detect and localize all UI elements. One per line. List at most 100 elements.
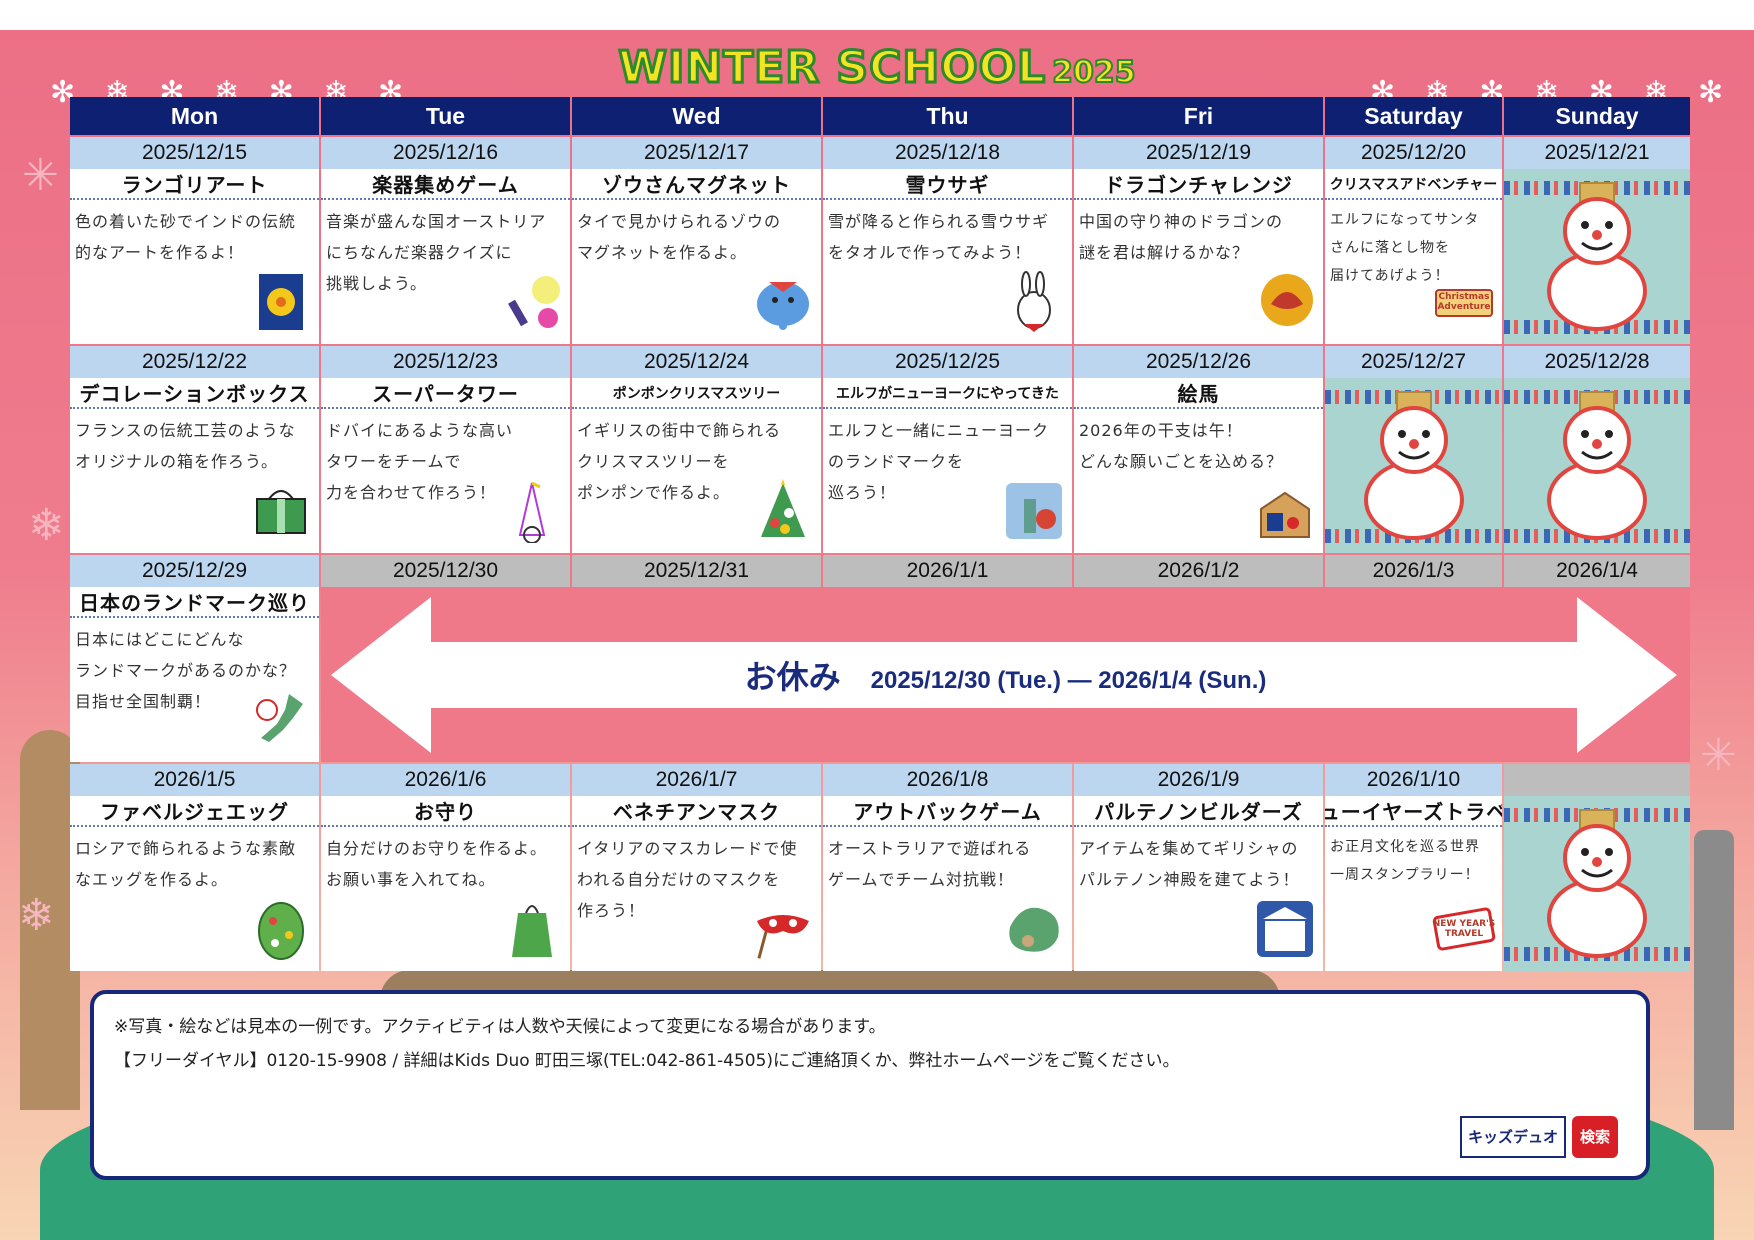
- calendar-day[interactable]: 2025/12/18 雪ウサギ 雪が降ると作られる雪ウサギ をタオルで作ってみよう！: [823, 137, 1072, 344]
- snowman-icon: [1542, 390, 1652, 544]
- description-line: にちなんだ楽器クイズに: [326, 243, 513, 262]
- description-line: お願い事を入れてね。: [326, 870, 496, 889]
- calendar-day-snowman: 2025/12/21: [1504, 137, 1690, 344]
- description-line: オリジナルの箱を作ろう。: [75, 452, 279, 471]
- calendar-day[interactable]: 2026/1/9 パルテノンビルダーズ アイテムを集めてギリシャの パルテノン神殿を建…: [1074, 764, 1323, 971]
- description-line: 中国の守り神のドラゴンの: [1079, 212, 1284, 231]
- activity-title: パルテノンビルダーズ: [1074, 796, 1323, 827]
- description-line: 自分だけのお守りを作るよ。: [326, 839, 548, 858]
- activity-description: ロシアで飾られるような素敵 なエッグを作るよ。: [70, 827, 319, 901]
- holiday-label: お休み 2025/12/30 (Tue.) ― 2026/1/4 (Sun.): [321, 652, 1690, 698]
- calendar-day[interactable]: 2026/1/5 ファベルジェエッグ ロシアで飾られるような素敵 なエッグを作るよ。: [70, 764, 319, 971]
- activity-title: 日本のランドマーク巡り: [70, 587, 319, 618]
- day-date: 2025/12/26: [1074, 346, 1323, 378]
- weekday-header-wed: Wed: [572, 97, 821, 135]
- activity-title: ゾウさんマグネット: [572, 169, 821, 200]
- search-button[interactable]: 検索: [1571, 1116, 1618, 1158]
- tower-decoration: [1694, 830, 1734, 1130]
- ema-icon: [1253, 479, 1317, 547]
- calendar-day[interactable]: 2025/12/24 ポンポンクリスマスツリー イギリスの街中で飾られる クリスマスツ…: [572, 346, 821, 553]
- australia-icon: [1002, 897, 1066, 965]
- calendar-day[interactable]: 2025/12/22 デコレーションボックス フランスの伝統工芸のような オリジナルの…: [70, 346, 319, 553]
- description-line: ゲームでチーム対抗戦！: [828, 870, 1015, 889]
- description-line: さんに落とし物を: [1330, 240, 1450, 256]
- tower-icon: [500, 479, 564, 547]
- activity-description: フランスの伝統工芸のような オリジナルの箱を作ろう。: [70, 409, 319, 483]
- description-line: のランドマークを: [828, 452, 965, 471]
- holiday-date: 2025/12/30: [321, 555, 570, 587]
- venetian-mask-icon: [751, 897, 815, 965]
- day-date: [1504, 764, 1690, 796]
- description-line: 音楽が盛んな国オーストリア: [326, 212, 547, 231]
- description-line: 色の着いた砂でインドの伝統: [75, 212, 297, 231]
- calendar-day[interactable]: 2026/1/7 ベネチアンマスク イタリアのマスカレードで使 われる自分だけのマスク…: [572, 764, 821, 971]
- badge-text: Christmas Adventure: [1437, 292, 1491, 312]
- activity-title: お守り: [321, 796, 570, 827]
- day-date: 2026/1/6: [321, 764, 570, 796]
- calendar-day[interactable]: 2026/1/6 お守り 自分だけのお守りを作るよ。 お願い事を入れてね。: [321, 764, 570, 971]
- holiday-date: 2025/12/31: [572, 555, 821, 587]
- activity-title: エルフがニューヨークにやってきた: [823, 378, 1072, 409]
- badge-text: NEW YEAR'S TRAVEL: [1432, 919, 1496, 939]
- holiday-date: 2026/1/3: [1325, 555, 1502, 587]
- calendar-day[interactable]: 2025/12/19 ドラゴンチャレンジ 中国の守り神のドラゴンの 謎を君は解けるかな…: [1074, 137, 1323, 344]
- instruments-icon: [500, 270, 564, 338]
- calendar-day[interactable]: 2025/12/26 絵馬 2026年の干支は午！ どんな願いごとを込める？: [1074, 346, 1323, 553]
- activity-title: ベネチアンマスク: [572, 796, 821, 827]
- day-date: 2026/1/10: [1325, 764, 1502, 796]
- day-date: 2026/1/7: [572, 764, 821, 796]
- note-disclaimer: ※写真・絵などは見本の一例です。アクティビティは人数や天候によって変更になる場合…: [114, 1017, 886, 1037]
- calendar-day[interactable]: 2025/12/23 スーパータワー ドバイにあるような高い タワーをチームで 力を合わ…: [321, 346, 570, 553]
- statue-of-liberty-icon: [1002, 479, 1066, 547]
- calendar-day[interactable]: 2025/12/16 楽器集めゲーム 音楽が盛んな国オーストリア にちなんだ楽器クイズ…: [321, 137, 570, 344]
- day-date: 2025/12/15: [70, 137, 319, 169]
- description-line: アイテムを集めてギリシャの: [1079, 839, 1299, 858]
- calendar-grid: Mon Tue Wed Thu Fri Saturday Sunday 2025/12/15 ラ…: [70, 97, 1690, 971]
- search-keyword[interactable]: キッズデュオ: [1459, 1116, 1566, 1158]
- day-date: 2025/12/19: [1074, 137, 1323, 169]
- activity-description: 雪が降ると作られる雪ウサギ をタオルで作ってみよう！: [823, 200, 1072, 274]
- day-date: 2025/12/25: [823, 346, 1072, 378]
- day-date: 2025/12/24: [572, 346, 821, 378]
- activity-description: お正月文化を巡る世界 一周スタンプラリー！: [1325, 827, 1502, 895]
- title-year: 2025: [1051, 54, 1136, 91]
- description-line: エルフになってサンタ: [1330, 212, 1480, 228]
- day-date: 2025/12/21: [1504, 137, 1690, 169]
- gift-box-icon: [249, 479, 313, 547]
- activity-title: 楽器集めゲーム: [321, 169, 570, 200]
- holiday-title: お休み: [744, 658, 841, 696]
- day-date: 2025/12/29: [70, 555, 319, 587]
- day-date: 2025/12/23: [321, 346, 570, 378]
- japan-map-icon: [249, 688, 313, 756]
- description-line: なエッグを作るよ。: [75, 870, 229, 889]
- activity-description: 2026年の干支は午！ どんな願いごとを込める？: [1074, 409, 1323, 483]
- calendar-day[interactable]: 2026/1/8 アウトバックゲーム オーストラリアで遊ばれる ゲームでチーム対抗戦！: [823, 764, 1072, 971]
- omamori-icon: [500, 897, 564, 965]
- snowman-icon: [1542, 808, 1652, 962]
- calendar-day-snowman: 2025/12/28: [1504, 346, 1690, 553]
- calendar-day[interactable]: 2025/12/20 クリスマスアドベンチャー エルフになってサンタ さんに落とし物を…: [1325, 137, 1502, 344]
- description-line: ドバイにあるような高い: [326, 421, 514, 440]
- description-line: 一周スタンプラリー！: [1330, 867, 1480, 883]
- snowflake-icon: ❄: [18, 890, 55, 941]
- activity-description: 中国の守り神のドラゴンの 謎を君は解けるかな？: [1074, 200, 1323, 274]
- activity-description: 自分だけのお守りを作るよ。 お願い事を入れてね。: [321, 827, 570, 901]
- description-line: お正月文化を巡る世界: [1330, 839, 1480, 855]
- christmas-adventure-icon: Christmas Adventure: [1432, 270, 1496, 338]
- description-line: フランスの伝統工芸のような: [75, 421, 296, 440]
- rangoli-art-icon: [249, 270, 313, 338]
- description-line: どんな願いごとを込める？: [1079, 452, 1284, 471]
- calendar-day[interactable]: 2025/12/17 ゾウさんマグネット タイで見かけられるゾウの マグネットを作るよ…: [572, 137, 821, 344]
- calendar-day[interactable]: 2025/12/29 日本のランドマーク巡り 日本にはどこにどんな ランドマークがある…: [70, 555, 319, 762]
- snowman-icon: [1359, 390, 1469, 544]
- search-box: キッズデュオ 検索: [1459, 1116, 1618, 1158]
- activity-title: ランゴリアート: [70, 169, 319, 200]
- day-date: 2025/12/20: [1325, 137, 1502, 169]
- calendar-day[interactable]: 2025/12/25 エルフがニューヨークにやってきたエルフと一緒にニューヨークの…: [823, 346, 1072, 553]
- description-line: エルフと一緒にニューヨーク: [828, 421, 1050, 440]
- holiday-date: 2026/1/4: [1504, 555, 1690, 587]
- title-main: WINTER SCHOOL: [617, 41, 1047, 95]
- weekday-header-sunday: Sunday: [1504, 97, 1690, 135]
- calendar-day[interactable]: 2026/1/10ニューイヤーズトラベルお正月文化を巡る世界一周スタンプラリー！…: [1325, 764, 1502, 971]
- calendar-day[interactable]: 2025/12/15 ランゴリアート 色の着いた砂でインドの伝統 的なアートを作るよ！: [70, 137, 319, 344]
